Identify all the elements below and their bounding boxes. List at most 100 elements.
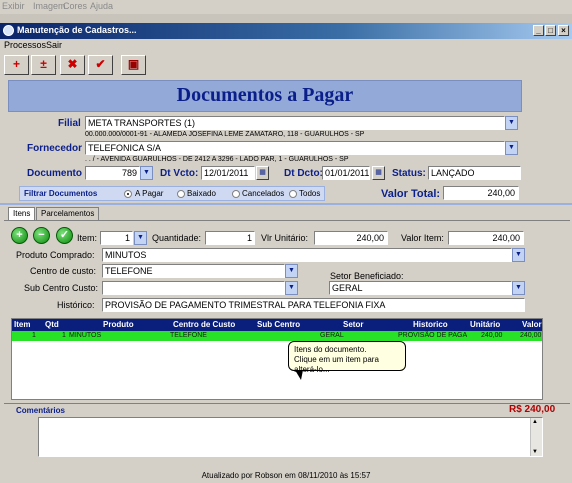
window-title: Manutenção de Cadastros... — [17, 25, 137, 35]
bg-menu-exibir: Exibir — [2, 1, 25, 11]
tooltip-line-1: Itens do documento. — [294, 345, 367, 354]
filter-apagar-radio[interactable] — [124, 190, 132, 198]
fornecedor-select[interactable]: TELEFONICA S/A — [85, 141, 505, 155]
confirm-button[interactable]: ✔ — [88, 55, 113, 75]
dtdcto-calendar-button[interactable]: ▦ — [372, 166, 385, 180]
vlr-unitario-field[interactable]: 240,00 — [314, 231, 388, 245]
setor-select[interactable]: GERAL — [329, 281, 512, 295]
filter-apagar-label: A Pagar — [135, 189, 164, 198]
sub-centro-label: Sub Centro Custo: — [24, 283, 99, 293]
menubar: Processos Sair — [0, 39, 572, 52]
filter-cancelados-radio[interactable] — [232, 190, 240, 198]
cell-produto: MINUTOS — [69, 332, 102, 339]
filial-address: 00.000.000/0001-91 - ALAMEDA JOSEFINA LE… — [85, 131, 365, 138]
calculator-icon: ▣ — [127, 57, 140, 71]
comentarios-scrollbar[interactable]: ▲ ▼ — [530, 418, 542, 456]
statusbar: Atualizado por Robson em 08/11/2010 às 1… — [201, 471, 371, 480]
items-grid[interactable]: Item Qtd Produto Centro de Custo Sub Cen… — [11, 318, 543, 400]
quantidade-field[interactable]: 1 — [205, 231, 255, 245]
valor-total-label: Valor Total: — [381, 188, 441, 200]
filter-baixado-radio[interactable] — [177, 190, 185, 198]
dtvcto-calendar-button[interactable]: ▦ — [256, 166, 269, 180]
historico-field[interactable]: PROVISÃO DE PAGAMENTO TRIMESTRAL PARA TE… — [102, 298, 525, 312]
bg-toolbar-strip — [0, 14, 572, 23]
documento-label: Documento — [27, 168, 82, 179]
vlr-unitario-label: Vlr Unitário: — [261, 233, 309, 243]
filial-label: Filial — [58, 118, 81, 129]
confirm-check-icon: ✔ — [95, 57, 106, 71]
col-unitario[interactable]: Unitário — [470, 320, 500, 329]
insert-record-button[interactable]: + — [4, 55, 29, 75]
setor-dropdown[interactable]: ▼ — [512, 281, 525, 295]
filial-dropdown[interactable]: ▼ — [505, 116, 518, 130]
col-centro-custo[interactable]: Centro de Custo — [173, 320, 235, 329]
scroll-down-icon[interactable]: ▼ — [532, 449, 538, 455]
cell-qtd: 1 — [62, 332, 66, 339]
minimize-button[interactable]: _ — [533, 25, 544, 36]
documento-dropdown[interactable]: ▼ — [140, 166, 153, 180]
historico-label: Histórico: — [57, 300, 95, 310]
chevron-down-icon: ▼ — [143, 169, 150, 176]
cell-historico: PROVISÃO DE PAGA — [398, 332, 468, 339]
status-label: Status: — [392, 168, 426, 179]
filter-todos-radio[interactable] — [289, 190, 297, 198]
cell-item: 1 — [32, 332, 36, 339]
centro-custo-select[interactable]: TELEFONE — [102, 264, 285, 278]
centro-custo-label: Centro de custo: — [30, 266, 97, 276]
filter-todos-label: Todos — [299, 189, 321, 198]
filter-baixado-label: Baixado — [187, 189, 216, 198]
chevron-down-icon: ▼ — [508, 119, 515, 126]
col-sub-centro[interactable]: Sub Centro — [257, 320, 300, 329]
item-select[interactable]: 1 — [100, 231, 133, 245]
produto-label: Produto Comprado: — [16, 250, 95, 260]
page-title: Documentos a Pagar — [176, 84, 354, 106]
divider — [0, 203, 572, 205]
col-produto[interactable]: Produto — [103, 320, 134, 329]
menu-sair[interactable]: Sair — [46, 40, 62, 50]
close-button[interactable]: × — [558, 25, 569, 36]
item-dropdown[interactable]: ▼ — [134, 231, 147, 245]
dtvcto-field[interactable]: 12/01/2011 — [201, 166, 255, 180]
tab-parcelamentos[interactable]: Parcelamentos — [36, 207, 100, 220]
menu-processos[interactable]: Processos — [4, 40, 46, 50]
tab-itens[interactable]: Itens — [8, 207, 36, 221]
filtrar-label: Filtrar Documentos — [24, 189, 98, 198]
confirm-item-button[interactable]: ✓ — [56, 227, 73, 244]
comentarios-total: R$ 240,00 — [509, 404, 556, 415]
app-icon — [3, 25, 14, 36]
col-valor[interactable]: Valor — [522, 320, 542, 329]
calculator-button[interactable]: ▣ — [121, 55, 146, 75]
comentarios-textarea[interactable]: ▲ ▼ — [38, 417, 543, 457]
fornecedor-label: Fornecedor — [27, 143, 83, 154]
filter-cancelados-label: Cancelados — [242, 189, 285, 198]
chevron-down-icon: ▼ — [515, 251, 522, 258]
chevron-down-icon: ▼ — [515, 284, 522, 291]
window-titlebar[interactable]: Manutenção de Cadastros... _ □ × — [0, 23, 572, 39]
documento-select[interactable]: 789 — [85, 166, 140, 180]
table-row[interactable]: 1 1 MINUTOS TELEFONE GERAL PROVISÃO DE P… — [12, 331, 542, 341]
fornecedor-dropdown[interactable]: ▼ — [505, 141, 518, 155]
plus-icon: + — [16, 229, 23, 241]
sub-centro-select[interactable] — [102, 281, 285, 295]
produto-select[interactable]: MINUTOS — [102, 248, 512, 262]
col-qtd[interactable]: Qtd — [45, 320, 59, 329]
filial-select[interactable]: META TRANSPORTES (1) — [85, 116, 505, 130]
bg-menu-cores: Cores — [63, 1, 88, 11]
chevron-down-icon: ▼ — [137, 234, 144, 241]
delete-button[interactable]: ✖ — [60, 55, 85, 75]
scroll-up-icon[interactable]: ▲ — [532, 419, 538, 425]
edit-record-button[interactable]: ± — [31, 55, 56, 75]
add-item-button[interactable]: + — [11, 227, 28, 244]
produto-dropdown[interactable]: ▼ — [512, 248, 525, 262]
page-header: Documentos a Pagar — [8, 80, 522, 112]
dtdcto-field[interactable]: 01/01/2011 — [322, 166, 370, 180]
col-item[interactable]: Item — [14, 320, 30, 329]
sub-centro-dropdown[interactable]: ▼ — [285, 281, 298, 295]
col-historico[interactable]: Historico — [413, 320, 448, 329]
tooltip-line-2: Clique em um item para alterá-lo... — [294, 355, 379, 374]
remove-item-button[interactable]: − — [33, 227, 50, 244]
maximize-button[interactable]: □ — [545, 25, 556, 36]
minus-icon: − — [38, 229, 45, 241]
col-setor[interactable]: Setor — [343, 320, 363, 329]
centro-custo-dropdown[interactable]: ▼ — [285, 264, 298, 278]
